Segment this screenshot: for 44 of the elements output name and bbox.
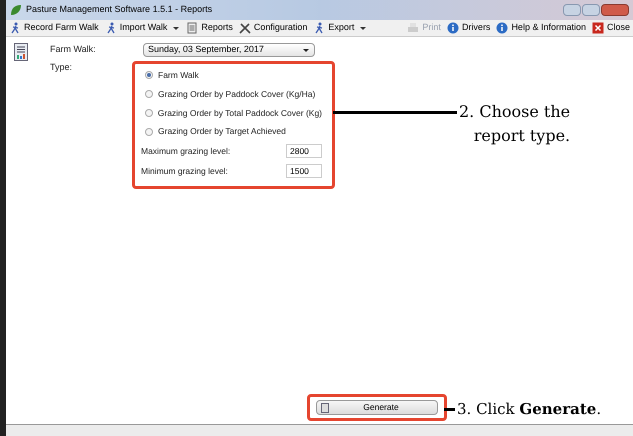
toolbar-button[interactable]: Help & Information bbox=[493, 21, 589, 35]
radio-option[interactable]: Grazing Order by Total Paddock Cover (Kg) bbox=[145, 106, 322, 120]
report-icon bbox=[14, 43, 28, 61]
leaf-icon bbox=[10, 4, 22, 16]
window-title: Pasture Management Software 1.5.1 - Reports bbox=[26, 3, 212, 16]
field-label: Farm Walk: bbox=[50, 43, 97, 56]
caret-icon bbox=[302, 46, 310, 54]
info-icon bbox=[496, 22, 508, 34]
toolbar-button[interactable]: Reports bbox=[183, 21, 236, 35]
field-label: Type: bbox=[50, 61, 74, 74]
close-icon bbox=[592, 22, 604, 34]
tools-icon bbox=[238, 22, 251, 34]
callout-text: 3. Click Generate. bbox=[456, 399, 602, 420]
toolbar-button[interactable]: Close bbox=[588, 21, 633, 35]
walker-icon bbox=[104, 22, 117, 34]
radio-option[interactable]: Grazing Order by Paddock Cover (Kg/Ha) bbox=[145, 88, 322, 100]
toolbar-button[interactable]: Drivers bbox=[444, 21, 494, 35]
date-dropdown[interactable]: Sunday, 03 September, 2017 bbox=[143, 43, 315, 57]
radio-icon[interactable] bbox=[145, 90, 153, 98]
radio-icon[interactable] bbox=[145, 71, 153, 80]
generate-button[interactable]: Generate bbox=[316, 400, 438, 415]
toolbar-button[interactable]: Configuration bbox=[236, 21, 310, 35]
walker-icon bbox=[9, 22, 21, 34]
report-icon bbox=[321, 402, 329, 412]
field-label: Minimum grazing level: bbox=[141, 164, 228, 178]
number-field[interactable]: 1500 bbox=[286, 164, 322, 178]
caret-icon bbox=[359, 24, 368, 32]
walker-icon bbox=[313, 22, 326, 34]
radio-option[interactable]: Grazing Order by Target Achieved bbox=[145, 125, 322, 138]
radio-icon[interactable] bbox=[145, 108, 153, 117]
maximize-button[interactable] bbox=[582, 4, 600, 16]
toolbar-button[interactable]: Export bbox=[310, 21, 370, 35]
caret-icon bbox=[172, 24, 180, 32]
close-button[interactable] bbox=[601, 4, 629, 16]
radio-icon[interactable] bbox=[145, 128, 153, 136]
toolbar-button[interactable]: Record Farm Walk bbox=[6, 21, 102, 35]
printer-icon bbox=[407, 22, 420, 34]
radio-option[interactable]: Farm Walk bbox=[145, 69, 322, 82]
number-field[interactable]: 2800 bbox=[286, 144, 322, 158]
callout-text: 2. Choose the report type. bbox=[458, 101, 570, 147]
field-label: Maximum grazing level: bbox=[141, 144, 230, 158]
minimize-button[interactable] bbox=[563, 4, 581, 16]
info-icon bbox=[446, 22, 459, 34]
toolbar-button[interactable]: Import Walk bbox=[102, 21, 184, 35]
